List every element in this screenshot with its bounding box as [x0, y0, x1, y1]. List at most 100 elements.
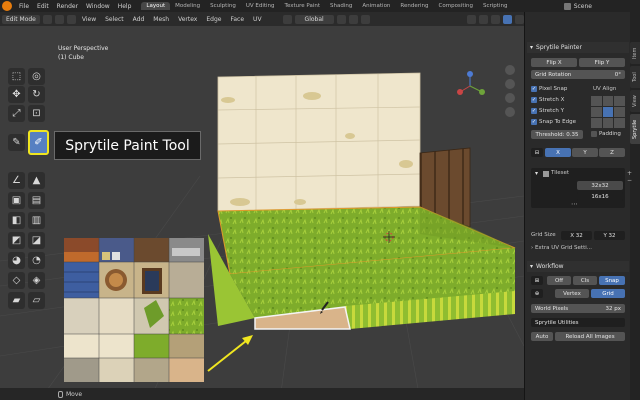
rip-tool-icon[interactable]: ▱: [28, 292, 45, 309]
menu-select[interactable]: Select: [102, 16, 127, 23]
rotate-tool-icon[interactable]: ↻: [28, 86, 45, 103]
xray-icon[interactable]: [479, 14, 488, 24]
workflow-header[interactable]: ▾ Workflow: [527, 261, 629, 272]
sprytile-paint-tool-icon[interactable]: ✐: [28, 130, 49, 155]
padding-checkbox[interactable]: Padding: [591, 131, 621, 137]
tileset-list[interactable]: ▾ Tileset 32x32 16x16 ⋯: [531, 168, 625, 208]
menu-face[interactable]: Face: [227, 16, 247, 23]
material-shading-icon[interactable]: [503, 14, 512, 24]
grid-16-item[interactable]: 16x16: [577, 192, 623, 201]
tab-scripting[interactable]: Scripting: [478, 2, 512, 10]
3d-viewport[interactable]: User Perspective (1) Cube ⬚ ◎ ✥ ↻ ⤢ ⊡ ✎ …: [0, 26, 524, 400]
tab-view[interactable]: View: [630, 90, 640, 112]
select-box-tool-icon[interactable]: ⬚: [8, 68, 25, 85]
flip-x-button[interactable]: Flip X: [531, 58, 577, 67]
auto-button[interactable]: Auto: [531, 332, 553, 341]
tab-sprytile[interactable]: Sprytile: [630, 114, 640, 144]
yellow-arrow-icon: [207, 335, 253, 372]
snap-icon[interactable]: [348, 14, 358, 24]
stretch-y-checkbox[interactable]: ✓ Stretch Y: [531, 108, 564, 114]
vertex-select-icon[interactable]: [42, 14, 52, 24]
knife-tool-icon[interactable]: ◩: [8, 232, 25, 249]
mode-selector[interactable]: Edit Mode: [2, 14, 40, 24]
workflow-grid-button[interactable]: Grid: [591, 289, 625, 298]
threshold-field[interactable]: Threshold: 0.35: [531, 130, 583, 139]
world-pixels-field[interactable]: World Pixels 32 px: [531, 304, 625, 313]
axis-y-button[interactable]: Y: [572, 148, 598, 157]
menu-render[interactable]: Render: [53, 3, 82, 10]
shrink-tool-icon[interactable]: ◈: [28, 272, 45, 289]
extrude-tool-icon[interactable]: ▣: [8, 192, 25, 209]
uv-align-grid[interactable]: [591, 96, 625, 128]
smooth-tool-icon[interactable]: ◔: [28, 252, 45, 269]
loop-cut-tool-icon[interactable]: ▥: [28, 212, 45, 229]
spin-tool-icon[interactable]: ◕: [8, 252, 25, 269]
axis-x-button[interactable]: X: [545, 148, 571, 157]
cursor-tool-icon[interactable]: ◎: [28, 68, 45, 85]
extra-uv-grid-settings[interactable]: › Extra UV Grid Setti...: [531, 245, 592, 251]
workflow-snap-button[interactable]: Snap: [599, 276, 625, 285]
scale-tool-icon[interactable]: ⤢: [8, 105, 25, 122]
workflow-vertex-button[interactable]: Vertex: [555, 289, 589, 298]
annotate-tool-icon[interactable]: ✎: [8, 134, 25, 151]
proportional-edit-icon[interactable]: [360, 14, 370, 24]
menu-help[interactable]: Help: [114, 3, 136, 10]
tab-sculpting[interactable]: Sculpting: [205, 2, 241, 10]
stretch-x-checkbox[interactable]: ✓ Stretch X: [531, 97, 564, 103]
add-cube-tool-icon[interactable]: ▲: [28, 172, 45, 189]
inset-tool-icon[interactable]: ▤: [28, 192, 45, 209]
edge-select-icon[interactable]: [54, 14, 64, 24]
poly-build-tool-icon[interactable]: ◪: [28, 232, 45, 249]
add-icon[interactable]: +: [627, 170, 632, 177]
tab-animation[interactable]: Animation: [357, 2, 395, 10]
workflow-cls-button[interactable]: Cls: [573, 276, 597, 285]
menu-uv[interactable]: UV: [250, 16, 265, 23]
flip-y-button[interactable]: Flip Y: [579, 58, 625, 67]
tab-compositing[interactable]: Compositing: [434, 2, 478, 10]
grid-size-x-field[interactable]: X 32: [561, 231, 592, 240]
shear-tool-icon[interactable]: ▰: [8, 292, 25, 309]
menu-mesh[interactable]: Mesh: [150, 16, 172, 23]
tab-shading[interactable]: Shading: [325, 2, 357, 10]
snap-to-edge-checkbox[interactable]: ✓ Snap To Edge: [531, 119, 576, 125]
overlay-icon[interactable]: [467, 14, 476, 24]
blender-logo-icon[interactable]: [2, 1, 12, 11]
sprytile-utilities-dropdown[interactable]: Sprytile Utilities: [531, 318, 625, 327]
pivot-icon[interactable]: [336, 14, 346, 24]
edge-slide-tool-icon[interactable]: ◇: [8, 272, 25, 289]
face-select-icon[interactable]: [66, 14, 76, 24]
list-options-icon[interactable]: ⋯: [571, 200, 578, 208]
transform-orientation-selector[interactable]: Global: [294, 14, 334, 24]
tab-texture-paint[interactable]: Texture Paint: [280, 2, 326, 10]
tab-layout[interactable]: Layout: [141, 2, 171, 10]
scene-selector[interactable]: Scene: [563, 0, 592, 12]
rendered-shading-icon[interactable]: [515, 14, 524, 24]
grid-rotation-field[interactable]: Grid Rotation 0°: [531, 70, 625, 79]
tab-tool[interactable]: Tool: [630, 66, 640, 88]
menu-edit[interactable]: Edit: [33, 3, 53, 10]
menu-window[interactable]: Window: [82, 3, 114, 10]
tab-modeling[interactable]: Modeling: [170, 2, 205, 10]
menu-vertex[interactable]: Vertex: [175, 16, 200, 23]
transform-tool-icon[interactable]: ⊡: [28, 105, 45, 122]
menu-file[interactable]: File: [15, 3, 33, 10]
bevel-tool-icon[interactable]: ◧: [8, 212, 25, 229]
pixel-snap-checkbox[interactable]: ✓ Pixel Snap: [531, 86, 567, 92]
tab-uv-editing[interactable]: UV Editing: [241, 2, 280, 10]
workflow-off-button[interactable]: Off: [547, 276, 571, 285]
solid-shading-icon[interactable]: [491, 14, 500, 24]
menu-edge[interactable]: Edge: [203, 16, 224, 23]
remove-icon[interactable]: −: [627, 177, 632, 184]
grid-32-item[interactable]: 32x32: [577, 181, 623, 190]
tab-rendering[interactable]: Rendering: [395, 2, 433, 10]
grid-size-y-field[interactable]: Y 32: [594, 231, 625, 240]
reload-all-images-button[interactable]: Reload All Images: [555, 332, 625, 341]
measure-tool-icon[interactable]: ∠: [8, 172, 25, 189]
move-tool-icon[interactable]: ✥: [8, 86, 25, 103]
axis-lock-icon[interactable]: ⊟: [531, 148, 543, 157]
tab-item[interactable]: Item: [630, 42, 640, 64]
menu-add[interactable]: Add: [130, 16, 148, 23]
axis-z-button[interactable]: Z: [599, 148, 625, 157]
menu-view[interactable]: View: [79, 16, 99, 23]
sprytile-painter-header[interactable]: ▾ Sprytile Painter: [527, 42, 629, 53]
